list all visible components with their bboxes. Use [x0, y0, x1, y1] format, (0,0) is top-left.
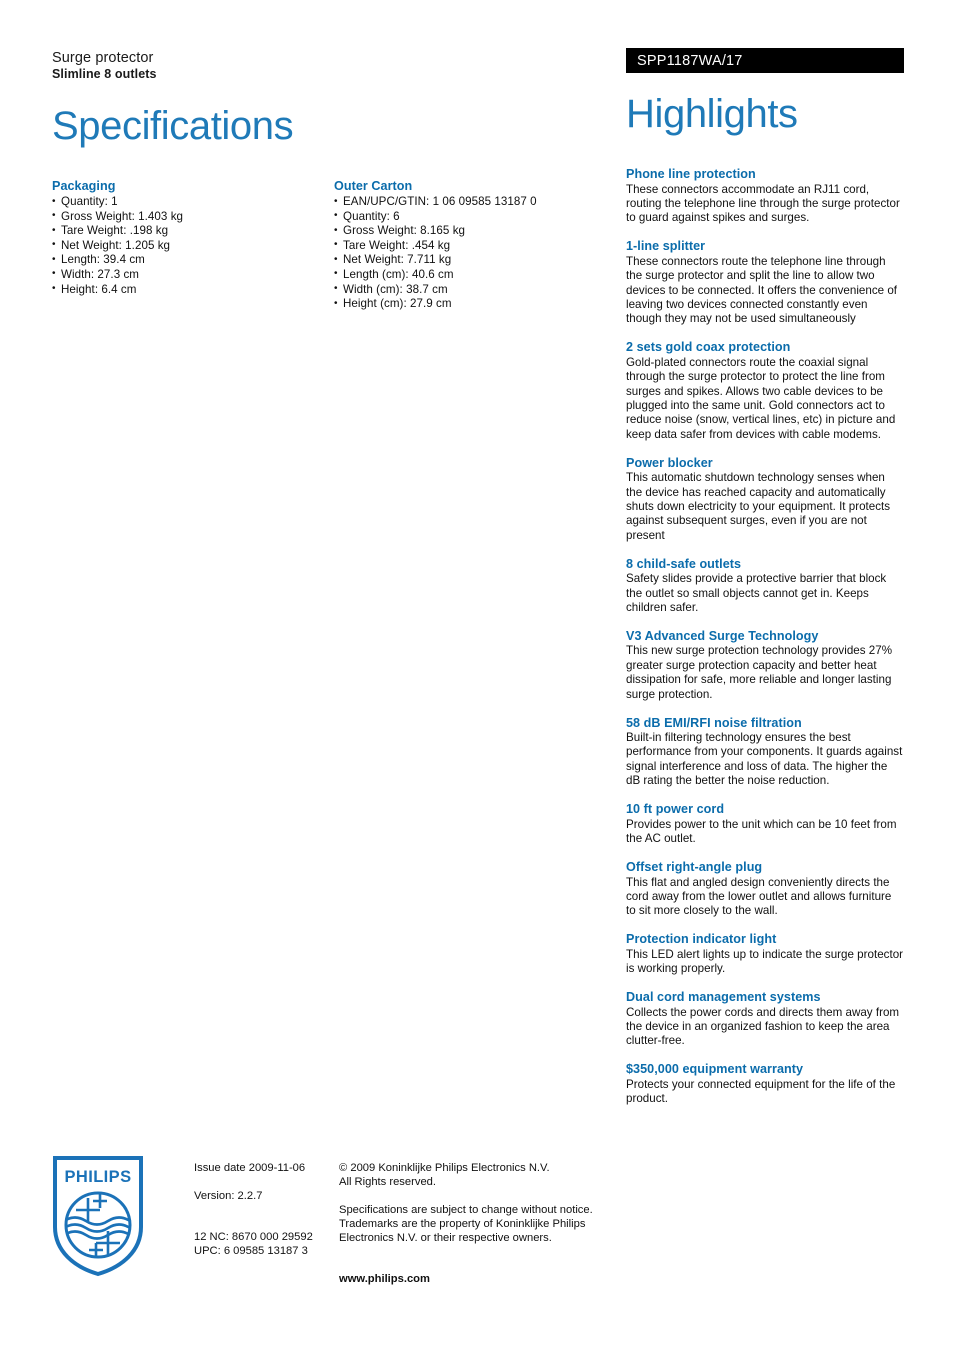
spec-list-item: Net Weight: 7.711 kg: [334, 253, 597, 268]
highlight-heading: 1-line splitter: [626, 239, 706, 254]
website-link[interactable]: www.philips.com: [339, 1272, 639, 1286]
highlight-body: This automatic shutdown technology sense…: [626, 471, 891, 542]
highlight-heading: 58 dB EMI/RFI noise filtration: [626, 715, 802, 730]
spec-group-packaging: Packaging Quantity: 1 Gross Weight: 1.40…: [52, 179, 334, 312]
copyright-line-2: All Rights reserved.: [339, 1176, 436, 1188]
disclaimer-line-1: Specifications are subject to change wit…: [339, 1204, 593, 1216]
highlight-body: This new surge protection technology pro…: [626, 644, 893, 701]
highlight-heading: V3 Advanced Surge Technology: [626, 628, 819, 643]
highlight-body: These connectors accommodate an RJ11 cor…: [626, 182, 900, 225]
highlight-heading: Power blocker: [626, 455, 713, 470]
copyright-line-1: © 2009 Koninklijke Philips Electronics N…: [339, 1162, 550, 1174]
issue-date: Issue date 2009-11-06: [194, 1162, 306, 1174]
spec-list-item: Width: 27.3 cm: [52, 267, 334, 283]
spec-group-heading: Outer Carton: [334, 179, 413, 193]
spec-list-item: Height (cm): 27.9 cm: [334, 297, 597, 312]
highlight-heading: 2 sets gold coax protection: [626, 340, 791, 355]
highlight-body: Built-in filtering technology ensures th…: [626, 731, 903, 788]
spec-list-item: Height: 6.4 cm: [52, 282, 334, 298]
highlight-heading: Protection indicator light: [626, 932, 777, 947]
spec-list-item: Tare Weight: .198 kg: [52, 224, 334, 239]
highlight-heading: 8 child-safe outlets: [626, 556, 742, 571]
highlight-body: Protects your connected equipment for th…: [626, 1077, 896, 1106]
specifications-column: Surge protector Slimline 8 outlets Speci…: [52, 50, 597, 312]
highlight-item: Dual cord management systems Collects th…: [626, 990, 904, 1049]
spec-list-item: Gross Weight: 1.403 kg: [52, 209, 334, 225]
spec-list-item: EAN/UPC/GTIN: 1 06 09585 13187 0: [334, 195, 597, 210]
product-subtitle: Slimline 8 outlets: [52, 67, 157, 81]
highlight-heading: 10 ft power cord: [626, 802, 725, 817]
version: Version: 2.2.7: [194, 1190, 263, 1202]
highlights-title: Highlights: [626, 92, 798, 136]
highlight-body: Gold-plated connectors route the coaxial…: [626, 355, 896, 441]
spec-list-item: Length (cm): 40.6 cm: [334, 267, 597, 283]
highlight-body: These connectors route the telephone lin…: [626, 254, 898, 326]
spec-group-outer-carton: Outer Carton EAN/UPC/GTIN: 1 06 09585 13…: [334, 179, 597, 312]
spec-list-item: Net Weight: 1.205 kg: [52, 238, 334, 254]
highlight-body: This LED alert lights up to indicate the…: [626, 947, 904, 976]
spec-groups: Packaging Quantity: 1 Gross Weight: 1.40…: [52, 179, 597, 312]
highlight-item: Offset right-angle plug This flat and an…: [626, 860, 904, 919]
svg-text:PHILIPS: PHILIPS: [65, 1168, 132, 1186]
disclaimer-line-3: Electronics N.V. or their respective own…: [339, 1232, 552, 1244]
highlight-item: Power blocker This automatic shutdown te…: [626, 456, 904, 544]
spec-group-heading: Packaging: [52, 179, 116, 193]
spec-sheet-page: Surge protector Slimline 8 outlets Speci…: [0, 0, 954, 1350]
highlight-item: V3 Advanced Surge Technology This new su…: [626, 629, 904, 702]
spec-list-item: Quantity: 6: [334, 209, 597, 225]
disclaimer-line-2: Trademarks are the property of Koninklij…: [339, 1218, 586, 1230]
highlight-body: Collects the power cords and directs the…: [626, 1005, 900, 1048]
twelve-nc: 12 NC: 8670 000 29592: [194, 1231, 313, 1243]
spec-list-item: Gross Weight: 8.165 kg: [334, 224, 597, 239]
page-footer: PHILIPS Issue date 2009-11-06 Version: 2…: [52, 1155, 912, 1286]
highlight-body: Provides power to the unit which can be …: [626, 817, 897, 846]
highlight-heading: Phone line protection: [626, 167, 756, 181]
highlight-heading: $350,000 equipment warranty: [626, 1062, 804, 1077]
product-name: Surge protector: [52, 50, 154, 66]
spec-list-item: Quantity: 1: [52, 195, 334, 210]
highlight-body: Safety slides provide a protective barri…: [626, 572, 887, 615]
spec-list-item: Length: 39.4 cm: [52, 253, 334, 268]
highlight-heading: Offset right-angle plug: [626, 860, 763, 874]
highlight-item: 1-line splitter These connectors route t…: [626, 239, 904, 327]
spec-list-packaging: Quantity: 1 Gross Weight: 1.403 kg Tare …: [52, 195, 334, 297]
spec-list-item: Width (cm): 38.7 cm: [334, 282, 597, 298]
highlight-body: This flat and angled design conveniently…: [626, 875, 892, 918]
footer-legal-column: © 2009 Koninklijke Philips Electronics N…: [339, 1155, 639, 1286]
spec-list-item: Tare Weight: .454 kg: [334, 238, 597, 254]
upc: UPC: 6 09585 13187 3: [194, 1245, 308, 1257]
highlight-item: Phone line protection These connectors a…: [626, 167, 904, 226]
philips-logo-cell: PHILIPS: [52, 1155, 194, 1286]
highlight-item: 8 child-safe outlets Safety slides provi…: [626, 557, 904, 616]
product-code: SPP1187WA/17: [637, 53, 743, 69]
footer-meta-column: Issue date 2009-11-06 Version: 2.2.7 12 …: [194, 1155, 339, 1286]
highlights-list: Phone line protection These connectors a…: [626, 167, 904, 1107]
highlight-item: 10 ft power cord Provides power to the u…: [626, 802, 904, 846]
highlight-heading: Dual cord management systems: [626, 990, 821, 1005]
highlight-item: Protection indicator light This LED aler…: [626, 932, 904, 976]
specifications-title: Specifications: [52, 104, 294, 148]
spec-list-outer-carton: EAN/UPC/GTIN: 1 06 09585 13187 0 Quantit…: [334, 195, 597, 312]
philips-shield-logo: PHILIPS: [53, 1156, 143, 1277]
product-code-bar: SPP1187WA/17: [626, 48, 904, 73]
highlight-item: 2 sets gold coax protection Gold-plated …: [626, 340, 904, 442]
highlight-item: 58 dB EMI/RFI noise filtration Built-in …: [626, 716, 904, 789]
highlight-item: $350,000 equipment warranty Protects you…: [626, 1062, 904, 1106]
highlights-column: SPP1187WA/17 Highlights Phone line prote…: [626, 48, 904, 1120]
